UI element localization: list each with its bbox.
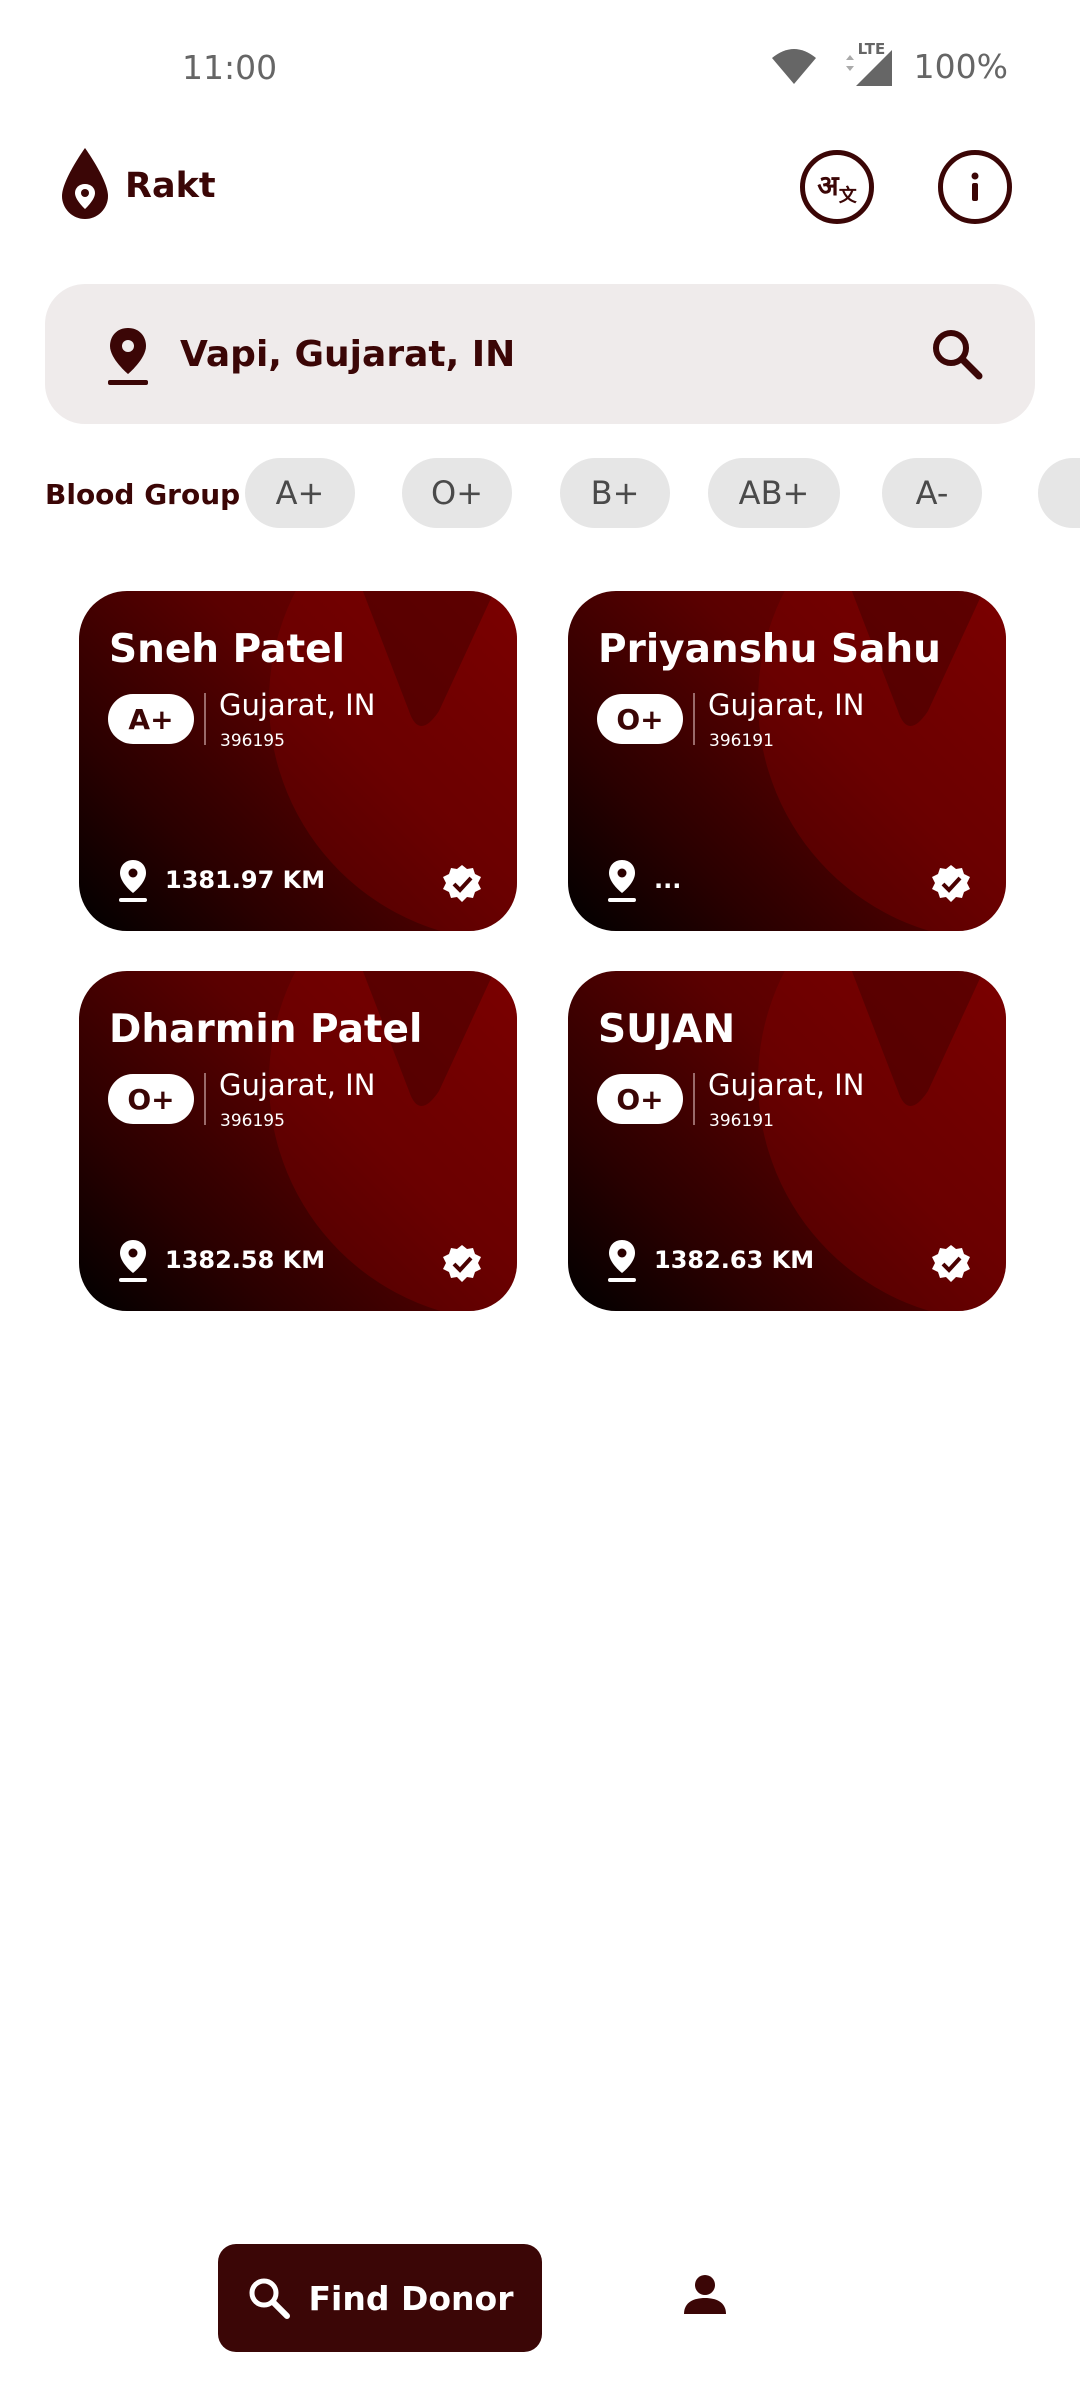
donor-pincode: 396191 <box>709 731 774 751</box>
blood-drop-icon <box>62 148 108 219</box>
language-button[interactable]: अ文 <box>800 150 874 224</box>
location-pin-icon <box>108 328 148 385</box>
location-pin-icon <box>608 1240 636 1282</box>
blood-group-badge: A+ <box>108 694 194 744</box>
donor-pincode: 396195 <box>220 731 285 751</box>
status-time: 11:00 <box>182 48 278 87</box>
find-donor-label: Find Donor <box>308 2278 514 2318</box>
donor-card[interactable]: SUJAN O+ Gujarat, IN 396191 1382.63 KM <box>568 971 1006 1311</box>
donor-state: Gujarat, IN <box>219 688 376 722</box>
donor-distance: ... <box>654 866 682 894</box>
info-icon <box>971 172 979 201</box>
app-bar: Rakt अ文 <box>0 136 1080 276</box>
divider <box>204 693 206 745</box>
blood-group-filter: Blood Group A+ O+ B+ AB+ A- <box>0 458 1080 530</box>
info-button[interactable] <box>938 150 1012 224</box>
search-icon[interactable] <box>929 326 985 382</box>
blood-group-badge: O+ <box>108 1074 194 1124</box>
divider <box>693 693 695 745</box>
translate-icon: अ文 <box>817 169 857 207</box>
donor-name: SUJAN <box>598 1007 736 1052</box>
verified-icon <box>443 865 481 902</box>
chip-a-positive[interactable]: A+ <box>245 458 355 528</box>
app-title: Rakt <box>125 166 216 206</box>
chip-ab-positive[interactable]: AB+ <box>708 458 840 528</box>
donor-distance: 1382.58 KM <box>165 1246 326 1274</box>
donor-distance: 1381.97 KM <box>165 866 326 894</box>
donor-state: Gujarat, IN <box>708 688 865 722</box>
chip-o-positive[interactable]: O+ <box>402 458 512 528</box>
donor-distance: 1382.63 KM <box>654 1246 815 1274</box>
verified-icon <box>932 865 970 902</box>
status-icons: LTE 100% <box>770 40 1008 88</box>
donor-pincode: 396195 <box>220 1111 285 1131</box>
donor-state: Gujarat, IN <box>708 1068 865 1102</box>
status-bar: 11:00 LTE 100% <box>0 0 1080 136</box>
donor-card[interactable]: Dharmin Patel O+ Gujarat, IN 396195 1382… <box>79 971 517 1311</box>
chip-more[interactable] <box>1038 458 1080 528</box>
wifi-icon <box>771 49 816 84</box>
divider <box>693 1073 695 1125</box>
chip-b-positive[interactable]: B+ <box>560 458 670 528</box>
location-pin-icon <box>608 860 636 902</box>
donor-name: Dharmin Patel <box>109 1007 423 1052</box>
verified-icon <box>932 1245 970 1282</box>
blood-group-badge: O+ <box>597 694 683 744</box>
donor-pincode: 396191 <box>709 1111 774 1131</box>
location-input[interactable] <box>180 284 880 424</box>
search-icon <box>249 2278 290 2319</box>
location-pin-icon <box>119 860 147 902</box>
filter-label: Blood Group <box>45 478 241 511</box>
donor-card[interactable]: Sneh Patel A+ Gujarat, IN 396195 1381.97… <box>79 591 517 931</box>
profile-icon[interactable] <box>680 2270 730 2320</box>
location-pin-icon <box>119 1240 147 1282</box>
divider <box>204 1073 206 1125</box>
blood-group-badge: O+ <box>597 1074 683 1124</box>
location-search-bar[interactable] <box>45 284 1035 424</box>
donor-name: Sneh Patel <box>109 627 345 672</box>
find-donor-button[interactable]: Find Donor <box>218 2244 542 2352</box>
donor-card[interactable]: Priyanshu Sahu O+ Gujarat, IN 396191 ... <box>568 591 1006 931</box>
verified-icon <box>443 1245 481 1282</box>
donor-state: Gujarat, IN <box>219 1068 376 1102</box>
donor-name: Priyanshu Sahu <box>598 627 941 672</box>
chip-a-negative[interactable]: A- <box>882 458 982 528</box>
battery-level: 100% <box>913 46 1008 86</box>
cell-signal-icon: LTE <box>836 40 896 88</box>
